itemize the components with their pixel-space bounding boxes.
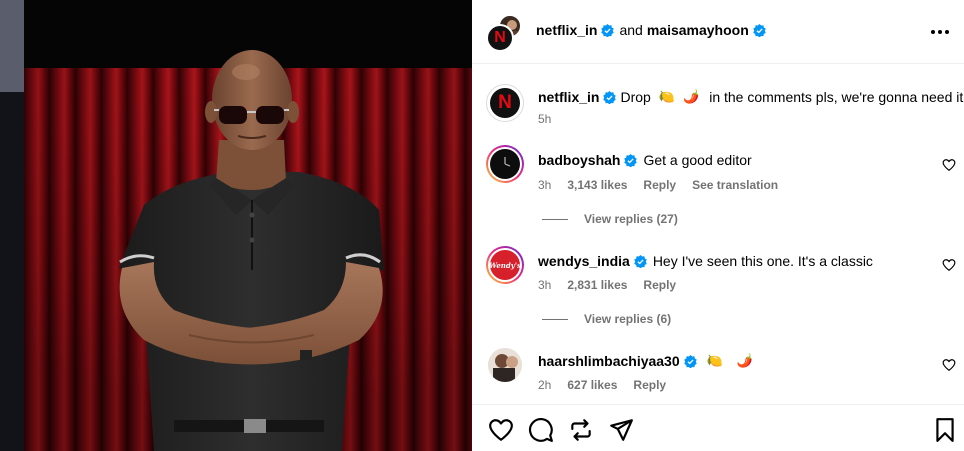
post-authors: netflix_in and maisamayhoon	[536, 22, 770, 38]
share-icon[interactable]	[608, 417, 634, 443]
netflix-avatar[interactable]: N	[486, 24, 514, 52]
verified-badge-icon	[753, 23, 766, 37]
like-comment-heart-icon[interactable]	[942, 158, 956, 172]
comment-meta: 3h 2,831 likes Reply	[538, 278, 676, 292]
caption-body-start: Drop	[620, 89, 651, 105]
caption-timestamp[interactable]: 5h	[538, 112, 551, 126]
caption-text: netflix_in Drop 🍋 🌶️ in the comments pls…	[538, 89, 963, 105]
badboyshah-avatar[interactable]	[486, 145, 524, 183]
like-comment-heart-icon[interactable]	[942, 358, 956, 372]
comment-likes[interactable]: 3,143 likes	[567, 178, 627, 192]
collab-avatars[interactable]: N	[486, 14, 526, 52]
wendys-logo-icon: Wendy's	[489, 260, 521, 270]
caption-body-end: in the comments pls, we're gonna need it	[709, 89, 964, 105]
netflix-logo-icon: N	[498, 92, 512, 113]
comment-text: wendys_india Hey I've seen this one. It'…	[538, 253, 873, 269]
like-comment-heart-icon[interactable]	[942, 258, 956, 272]
view-replies-button[interactable]: View replies (27)	[542, 212, 678, 226]
author-username-2[interactable]: maisamayhoon	[647, 22, 749, 38]
replies-divider	[542, 218, 568, 220]
author-conjunction: and	[619, 22, 643, 38]
see-translation-button[interactable]: See translation	[692, 178, 778, 192]
comment-username[interactable]: haarshlimbachiyaa30	[538, 353, 680, 369]
caption-username[interactable]: netflix_in	[538, 89, 599, 105]
caption-meta: 5h	[538, 112, 551, 126]
verified-badge-icon	[601, 23, 615, 37]
comment-username[interactable]: badboyshah	[538, 152, 620, 168]
comment-body: Hey I've seen this one. It's a classic	[652, 253, 873, 269]
verified-badge-icon	[624, 153, 638, 167]
comment-username[interactable]: wendys_india	[538, 253, 630, 269]
author-username-1[interactable]: netflix_in	[536, 22, 597, 38]
netflix-logo-icon: N	[494, 29, 506, 46]
comment-item: haarshlimbachiyaa30 🍋 🌶️ 2h 627 likes Re…	[472, 340, 964, 404]
comment-meta: 3h 3,143 likes Reply See translation	[538, 178, 778, 192]
more-horizontal-icon	[931, 30, 949, 34]
lemon-emoji: 🍋	[658, 89, 676, 104]
comment-item: badboyshah Get a good editor 3h 3,143 li…	[472, 140, 964, 240]
more-options-button[interactable]	[928, 20, 952, 44]
post-photo[interactable]	[24, 0, 472, 451]
post-header: N netflix_in and maisamayhoon	[472, 0, 964, 64]
view-replies-button[interactable]: View replies (6)	[542, 312, 671, 326]
comment-body: Get a good editor	[643, 152, 752, 168]
verified-badge-icon	[634, 254, 647, 268]
verified-badge-icon	[683, 354, 697, 368]
repost-icon[interactable]	[568, 417, 594, 443]
chili-emoji: 🌶️	[683, 89, 700, 104]
netflix-avatar[interactable]: N	[486, 84, 524, 122]
chili-emoji: 🌶️	[736, 353, 754, 368]
comment-text: haarshlimbachiyaa30 🍋 🌶️	[538, 353, 757, 369]
reply-button[interactable]: Reply	[643, 278, 676, 292]
comment-timestamp[interactable]: 3h	[538, 178, 551, 192]
comment-likes[interactable]: 627 likes	[567, 378, 617, 392]
comment-meta: 2h 627 likes Reply	[538, 378, 666, 392]
caption-row: N netflix_in Drop 🍋 🌶️ in the comments p…	[472, 64, 964, 134]
reply-button[interactable]: Reply	[643, 178, 676, 192]
view-replies-label: View replies (6)	[584, 312, 672, 326]
verified-badge-icon	[603, 90, 617, 104]
bookmark-icon[interactable]	[932, 417, 958, 443]
view-replies-label: View replies (27)	[584, 212, 678, 226]
comment-text: badboyshah Get a good editor	[538, 152, 752, 168]
haarshlimbachiyaa30-avatar[interactable]	[488, 348, 522, 382]
comment-icon[interactable]	[528, 417, 554, 443]
post-details-panel: N netflix_in and maisamayhoon N netflix_…	[472, 0, 964, 451]
comment-timestamp[interactable]: 2h	[538, 378, 551, 392]
reply-button[interactable]: Reply	[633, 378, 666, 392]
replies-divider	[542, 318, 568, 320]
post-photo-panel	[0, 0, 472, 451]
comment-item: Wendy's wendys_india Hey I've seen this …	[472, 240, 964, 340]
background-window-fragment	[0, 0, 24, 92]
lemon-emoji: 🍋	[706, 353, 723, 368]
comment-likes[interactable]: 2,831 likes	[567, 278, 627, 292]
wendys-avatar[interactable]: Wendy's	[486, 246, 524, 284]
background-window-strip	[0, 0, 24, 451]
heart-icon[interactable]	[488, 417, 514, 443]
comment-timestamp[interactable]: 3h	[538, 278, 551, 292]
post-actions-bar	[472, 404, 964, 451]
